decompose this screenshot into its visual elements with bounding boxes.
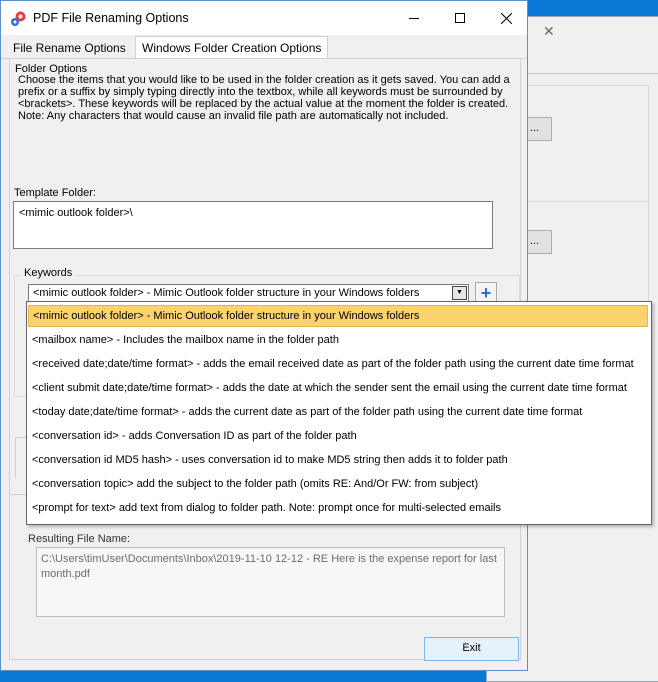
dropdown-option-conversation-id-md5[interactable]: <conversation id MD5 hash> - uses conver… [28,449,648,471]
exit-button[interactable]: Exit [424,637,519,661]
keywords-dropdown-list: <mimic outlook folder> - Mimic Outlook f… [26,301,652,525]
window-title: PDF File Renaming Options [33,11,189,25]
tab-windows-folder-creation-options[interactable]: Windows Folder Creation Options [135,36,329,60]
chevron-down-icon[interactable]: ▼ [452,286,467,300]
close-icon [500,12,512,24]
dropdown-option-mimic-outlook-folder[interactable]: <mimic outlook folder> - Mimic Outlook f… [28,305,648,327]
dropdown-option-prompt-for-text[interactable]: <prompt for text> add text from dialog t… [28,497,648,519]
resulting-file-name-field: C:\Users\timUser\Documents\Inbox\2019-11… [36,547,505,617]
dropdown-option-received-date[interactable]: <received date;date/time format> - adds … [28,353,648,375]
title-bar[interactable]: PDF File Renaming Options [1,1,527,35]
resulting-file-name-value: C:\Users\timUser\Documents\Inbox\2019-11… [41,553,497,580]
template-folder-label: Template Folder: [14,187,96,199]
minimize-button[interactable] [391,1,437,35]
maximize-button[interactable] [437,1,483,35]
keywords-label: Keywords [22,267,75,279]
template-folder-value: <mimic outlook folder>\ [19,207,133,219]
plus-icon: + [480,283,492,303]
folder-options-description: Choose the items that you would like to … [18,74,510,122]
maximize-icon [455,13,465,23]
keywords-selected-value: <mimic outlook folder> - Mimic Outlook f… [33,287,420,299]
dropdown-option-conversation-topic[interactable]: <conversation topic> add the subject to … [28,473,648,495]
resulting-file-name-label: Resulting File Name: [28,533,131,545]
keywords-combobox[interactable]: <mimic outlook folder> - Mimic Outlook f… [28,284,469,302]
minimize-icon [409,17,419,19]
tab-file-rename-options[interactable]: File Rename Options [7,38,132,58]
gear-pdf-icon [11,11,26,26]
template-folder-input[interactable]: <mimic outlook folder>\ [13,201,493,249]
dropdown-option-mailbox-name[interactable]: <mailbox name> - Includes the mailbox na… [28,329,648,351]
dropdown-option-today-date[interactable]: <today date;date/time format> - adds the… [28,401,648,423]
dropdown-option-client-submit-date[interactable]: <client submit date;date/time format> - … [28,377,648,399]
background-close-icon[interactable]: ✕ [543,23,555,40]
tab-strip: File Rename Options Windows Folder Creat… [1,36,527,60]
dropdown-option-conversation-id[interactable]: <conversation id> - adds Conversation ID… [28,425,648,447]
close-button[interactable] [483,1,529,35]
